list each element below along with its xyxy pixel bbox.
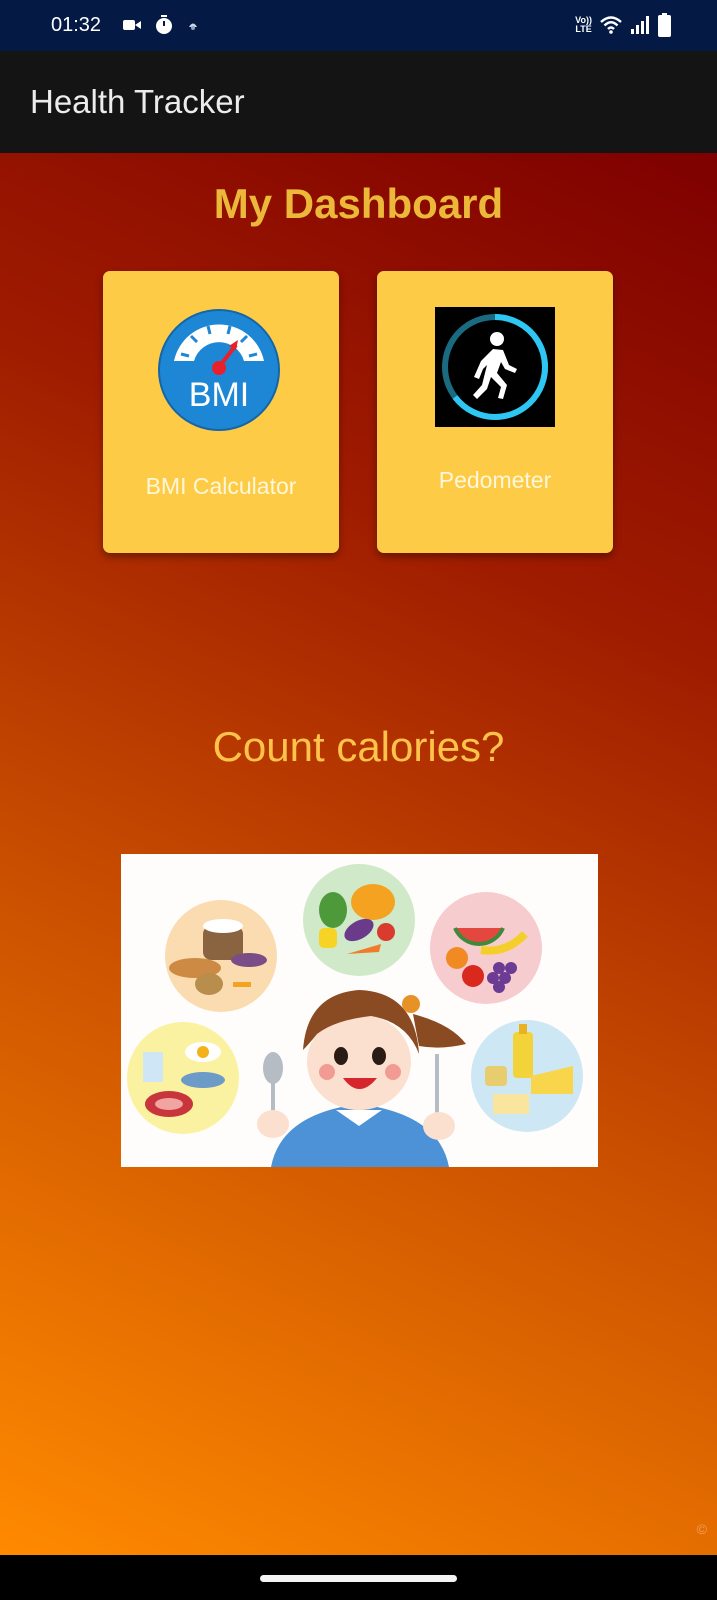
notification-icon (189, 23, 197, 30)
watermark: © (696, 1521, 707, 1537)
pedometer-card[interactable]: Pedometer (377, 271, 613, 553)
pedometer-label: Pedometer (438, 467, 552, 493)
volte-indicator: Vo)) LTE (575, 15, 592, 34)
signal-icon (631, 16, 649, 34)
navigation-bar (0, 1555, 717, 1600)
dashboard-title: My Dashboard (213, 180, 504, 227)
status-bar: 01:32 Vo)) LTE (0, 0, 717, 51)
count-calories-title[interactable]: Count calories? (0, 723, 717, 771)
grains-plate (165, 900, 277, 1012)
healthy-food-illustration (121, 854, 598, 1167)
timer-icon (156, 15, 172, 34)
bmi-calculator-card[interactable]: BMI BMI Calculator (103, 271, 339, 553)
status-icons-left (123, 14, 199, 36)
main-content: My Dashboard BMI BMI Calculator Pedomete… (0, 153, 717, 1555)
bmi-gauge-icon: BMI (158, 309, 280, 431)
video-record-icon (123, 20, 141, 30)
pedometer-icon (435, 307, 555, 427)
home-gesture-handle[interactable] (260, 1575, 457, 1582)
battery-icon (658, 13, 671, 37)
status-time: 01:32 (51, 14, 102, 36)
wifi-icon (600, 16, 622, 34)
bmi-icon-text: BMI (189, 376, 249, 414)
app-title: Health Tracker (30, 83, 245, 120)
vegetables-plate (303, 864, 415, 976)
status-icons-right: Vo)) LTE (575, 12, 671, 38)
dairy-plate (471, 1020, 583, 1132)
protein-plate (127, 1022, 239, 1134)
app-bar: Health Tracker (0, 51, 717, 153)
bmi-calculator-label: BMI Calculator (145, 473, 297, 499)
fruits-plate (430, 892, 542, 1004)
